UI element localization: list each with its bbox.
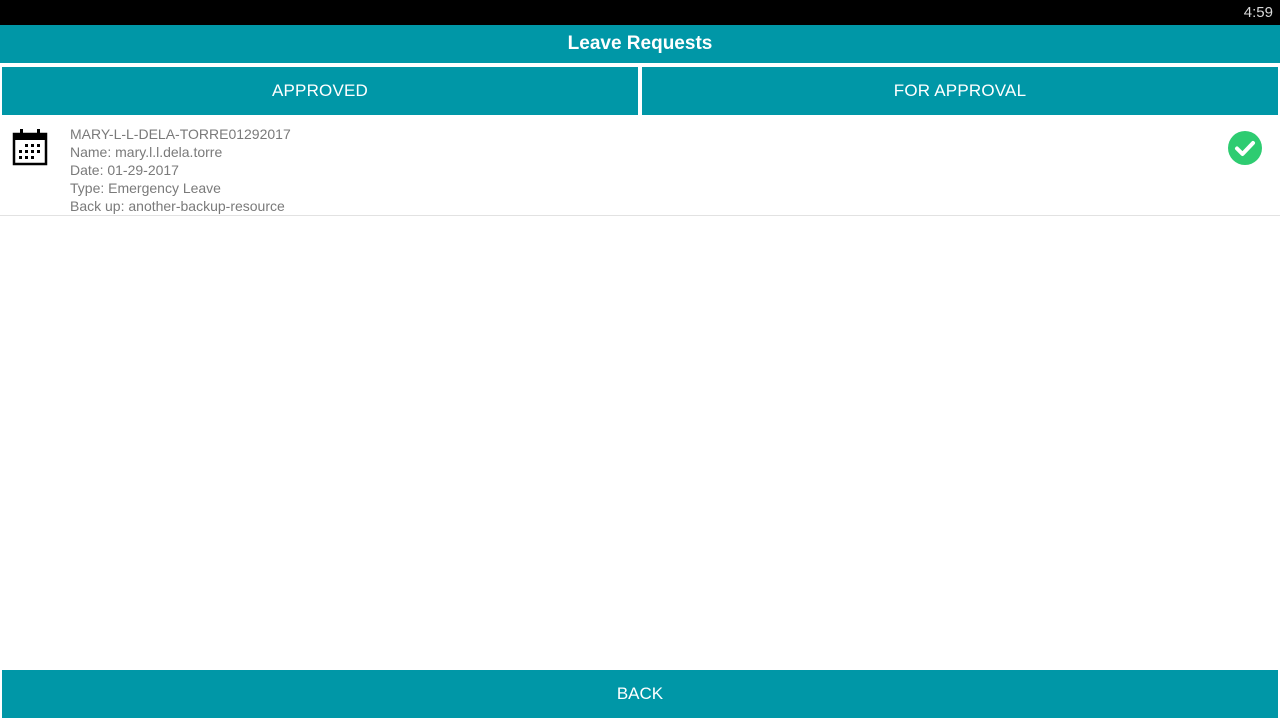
leave-request-date: Date: 01-29-2017: [70, 162, 179, 178]
tab-for-approval-label: FOR APPROVAL: [893, 81, 1027, 100]
leave-request-id: MARY-L-L-DELA-TORRE01292017: [70, 126, 291, 142]
leave-request-backup: Back up: another-backup-resource: [70, 198, 285, 214]
status-bar: 4:59: [0, 0, 1280, 25]
tab-approved[interactable]: APPROVED: [2, 67, 638, 115]
leave-request-details: MARY-L-L-DELA-TORRE01292017 Name: mary.l…: [70, 125, 291, 215]
title-bar: Leave Requests: [0, 25, 1280, 63]
tab-approved-label: APPROVED: [271, 81, 369, 100]
leave-request-item[interactable]: MARY-L-L-DELA-TORRE01292017 Name: mary.l…: [0, 123, 1280, 216]
check-circle-icon: [1228, 131, 1262, 165]
leave-request-name: Name: mary.l.l.dela.torre: [70, 144, 223, 160]
calendar-icon: [12, 128, 48, 166]
back-button[interactable]: BACK: [2, 670, 1278, 718]
tab-for-approval[interactable]: FOR APPROVAL: [642, 67, 1278, 115]
back-button-label: BACK: [616, 684, 664, 703]
page-title: Leave Requests: [567, 33, 713, 54]
leave-request-type: Type: Emergency Leave: [70, 180, 221, 196]
status-time: 4:59: [1243, 4, 1273, 21]
